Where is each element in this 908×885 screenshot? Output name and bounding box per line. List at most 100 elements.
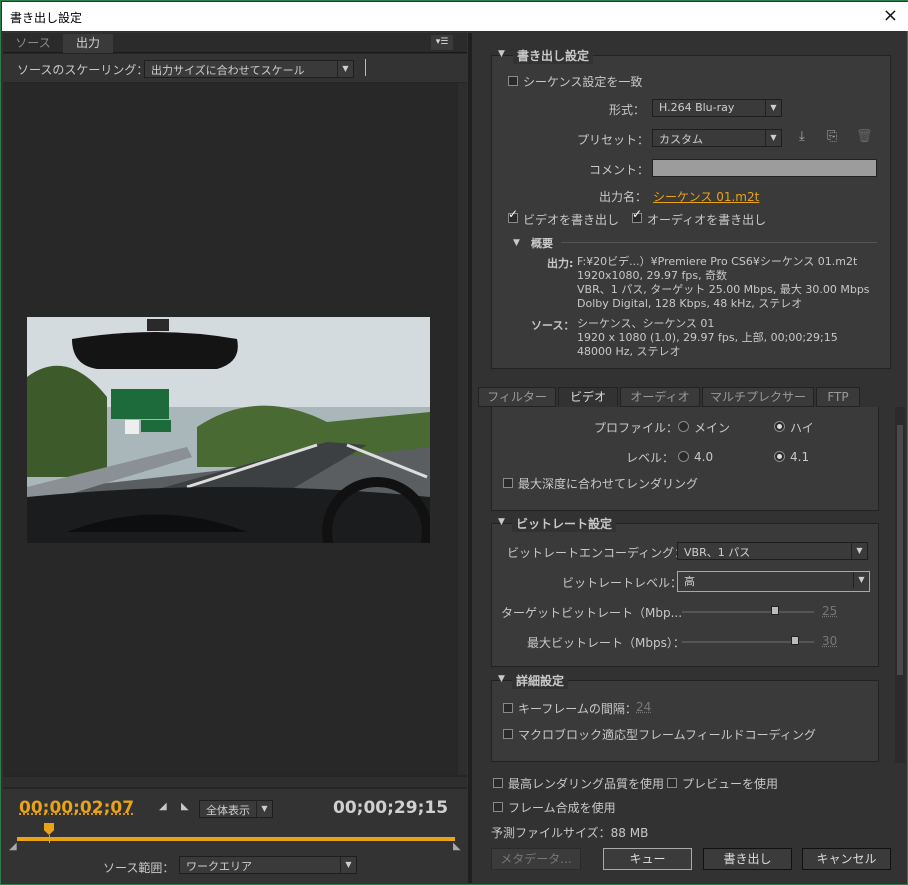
max-bitrate-value[interactable]: 30 <box>822 634 837 648</box>
comment-input[interactable] <box>652 159 877 177</box>
video-settings-scroll: プロファイル： メイン ハイ レベル： 4.0 4.1 最大深度に合わせてレンダ… <box>478 407 894 763</box>
summary-source-label: ソース： <box>531 319 575 332</box>
save-preset-icon[interactable]: ⤓ <box>799 129 805 144</box>
match-sequence-label: シーケンス設定を一致 <box>523 75 643 89</box>
video-preview-frame <box>27 317 430 543</box>
max-render-checkbox[interactable] <box>493 778 503 788</box>
advanced-section <box>491 680 879 762</box>
export-audio-label: オーディオを書き出し <box>647 213 767 227</box>
frame-blend-checkbox[interactable] <box>493 802 503 812</box>
splitter[interactable] <box>468 33 472 883</box>
summary-line: 1920x1080, 29.97 fps, 奇数 <box>577 269 728 282</box>
tab-source[interactable]: ソース <box>5 34 61 53</box>
preview-hscrollbar[interactable] <box>3 777 467 787</box>
tab-source-label: ソース <box>15 36 51 50</box>
export-video-label: ビデオを書き出し <box>523 213 620 227</box>
tab-multiplexer-label: マルチプレクサー <box>709 390 806 404</box>
range-end-handle[interactable]: ◣ <box>453 841 461 852</box>
chevron-down-icon: ▼ <box>853 572 869 588</box>
level-41-radio[interactable] <box>774 451 785 462</box>
summary-line: F:¥20ビデ...）¥Premiere Pro CS6¥シーケンス 01.m2… <box>577 255 858 268</box>
format-value: H.264 Blu-ray <box>659 101 735 114</box>
tab-output-label: 出力 <box>75 36 100 50</box>
tab-video[interactable]: ビデオ <box>558 387 618 407</box>
cancel-button-label: キャンセル <box>816 852 877 866</box>
summary-title: 概要 <box>531 237 553 250</box>
keyframe-checkbox[interactable] <box>503 703 513 713</box>
format-dropdown[interactable]: H.264 Blu-ray ▼ <box>652 99 782 117</box>
keyframe-label: キーフレームの間隔： <box>518 702 637 716</box>
profile-high-radio[interactable] <box>774 421 785 432</box>
export-button[interactable]: 書き出し <box>703 848 792 870</box>
divider <box>365 59 366 76</box>
range-start-handle[interactable]: ◢ <box>9 841 17 852</box>
close-icon[interactable]: × <box>883 5 898 26</box>
summary-output-label: 出力: <box>547 257 574 270</box>
collapse-arrow-icon[interactable]: ▼ <box>498 49 505 59</box>
encoding-label: ビットレートエンコーディング： <box>507 546 687 560</box>
mark-out-icon[interactable]: ◣ <box>181 801 189 812</box>
title-bar: 書き出し設定 × <box>2 2 908 31</box>
metadata-button[interactable]: メタデータ... <box>491 848 581 870</box>
level-label: レベル： <box>626 451 675 465</box>
summary-source-lines: シーケンス、シーケンス 01 1920 x 1080 (1.0), 29.97 … <box>577 317 838 359</box>
use-preview-checkbox[interactable] <box>667 778 677 788</box>
encoding-value: VBR、1 パス <box>684 546 751 559</box>
scaling-label: ソースのスケーリング： <box>17 63 149 77</box>
encoding-dropdown[interactable]: VBR、1 パス ▼ <box>677 542 868 560</box>
macroblock-checkbox[interactable] <box>503 729 513 739</box>
use-preview-label: プレビューを使用 <box>682 777 779 791</box>
timeline-track[interactable] <box>17 837 455 841</box>
advanced-title: 詳細設定 <box>512 672 569 689</box>
chevron-down-icon: ▼ <box>851 543 867 559</box>
bitrate-level-dropdown[interactable]: 高 ▼ <box>677 571 870 592</box>
range-dropdown[interactable]: ワークエリア ▼ <box>179 856 357 874</box>
max-bitrate-knob[interactable] <box>791 636 800 645</box>
collapse-arrow-icon[interactable]: ▼ <box>513 238 520 248</box>
checkmark-icon: ✓ <box>632 207 643 221</box>
profile-main-radio[interactable] <box>678 421 689 432</box>
zoom-dropdown[interactable]: 全体表示 ▼ <box>199 800 273 818</box>
window-title: 書き出し設定 <box>10 11 83 25</box>
divider <box>561 242 877 243</box>
preview-vscrollbar[interactable] <box>458 83 467 775</box>
range-label: ソース範囲： <box>103 861 175 875</box>
preset-dropdown[interactable]: カスタム ▼ <box>652 129 782 147</box>
import-preset-icon[interactable]: ⎘ <box>827 129 837 144</box>
summary-line: 1920 x 1080 (1.0), 29.97 fps, 上部, 00;00;… <box>577 331 838 344</box>
scaling-dropdown[interactable]: 出力サイズに合わせてスケール ▼ <box>144 60 354 78</box>
mark-in-icon[interactable]: ◢ <box>159 801 167 812</box>
profile-high-label: ハイ <box>790 421 814 435</box>
tab-audio[interactable]: オーディオ <box>620 387 700 407</box>
panel-menu-icon[interactable]: ▾☰ <box>431 35 453 50</box>
file-size-text: 予測ファイルサイズ：88 MB <box>491 826 649 840</box>
queue-button[interactable]: キュー <box>603 848 692 870</box>
collapse-arrow-icon[interactable]: ▼ <box>498 517 505 527</box>
delete-preset-icon[interactable]: 🗑 <box>856 129 873 144</box>
target-bitrate-knob[interactable] <box>771 606 780 615</box>
settings-scroll-thumb[interactable] <box>897 425 903 675</box>
tab-audio-label: オーディオ <box>630 390 690 404</box>
export-settings-window: 書き出し設定 × ソース 出力 ▾☰ ソースのスケーリング： 出力サイズに合わせ… <box>0 0 908 885</box>
output-name-label: 出力名： <box>599 190 648 204</box>
current-timecode[interactable]: 00;00;02;07 <box>19 798 134 818</box>
tab-filter[interactable]: フィルター <box>478 387 556 407</box>
chevron-down-icon: ▼ <box>340 857 356 873</box>
keyframe-value[interactable]: 24 <box>636 700 651 714</box>
comment-label: コメント： <box>589 163 650 177</box>
target-bitrate-slider[interactable] <box>682 611 814 613</box>
output-name-link[interactable]: シーケンス 01.m2t <box>653 188 759 205</box>
collapse-arrow-icon[interactable]: ▼ <box>498 674 505 684</box>
max-render-label: 最高レンダリング品質を使用 <box>508 777 665 791</box>
cancel-button[interactable]: キャンセル <box>802 848 891 870</box>
level-40-radio[interactable] <box>678 451 689 462</box>
playhead-line <box>49 835 50 843</box>
tab-ftp-label: FTP <box>827 390 849 404</box>
metadata-button-label: メタデータ... <box>500 852 572 866</box>
tab-multiplexer[interactable]: マルチプレクサー <box>702 387 814 407</box>
tab-ftp[interactable]: FTP <box>816 387 860 407</box>
max-depth-checkbox[interactable] <box>503 478 513 488</box>
match-sequence-checkbox[interactable] <box>508 76 518 86</box>
tab-output[interactable]: 出力 <box>63 34 113 53</box>
target-bitrate-value[interactable]: 25 <box>822 604 837 618</box>
